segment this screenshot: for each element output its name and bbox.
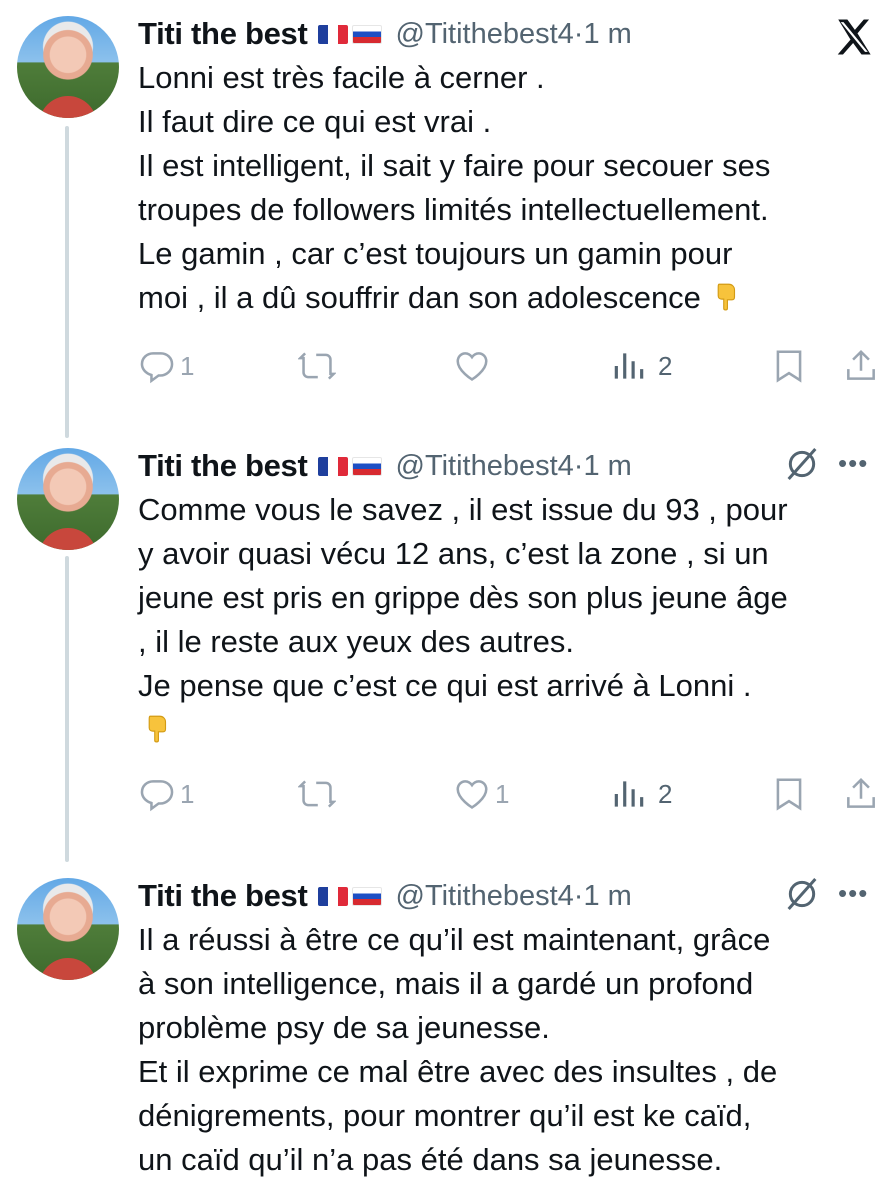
reply-button[interactable]: 1 bbox=[138, 346, 194, 386]
tweet-text: Comme vous le savez , il est issue du 93… bbox=[138, 488, 878, 752]
france-flag-icon bbox=[317, 456, 348, 476]
tweet-header: Titi the best @Titithebest4·1 m bbox=[138, 14, 632, 54]
repost-button[interactable] bbox=[298, 346, 336, 386]
separator: · bbox=[573, 449, 584, 482]
france-flag-icon bbox=[317, 24, 348, 44]
bookmark-icon bbox=[776, 350, 802, 383]
france-flag-icon bbox=[317, 886, 348, 906]
like-icon bbox=[456, 352, 488, 381]
share-button[interactable] bbox=[842, 774, 880, 814]
author-name[interactable]: Titi the best bbox=[138, 16, 308, 52]
views-icon bbox=[614, 353, 644, 379]
russia-flag-icon bbox=[351, 24, 382, 44]
grok-icon[interactable] bbox=[782, 444, 822, 484]
tweet-header: Titi the best @Titithebest4·1 m bbox=[138, 876, 632, 916]
timestamp[interactable]: 1 m bbox=[583, 880, 631, 912]
avatar[interactable] bbox=[17, 878, 119, 980]
views-count: 2 bbox=[658, 350, 673, 381]
like-button[interactable]: 1 bbox=[453, 774, 509, 814]
reply-count: 1 bbox=[180, 778, 195, 809]
author-handle[interactable]: @Titithebest4 bbox=[396, 18, 574, 50]
timestamp[interactable]: 1 m bbox=[583, 18, 631, 50]
russia-flag-icon bbox=[351, 886, 382, 906]
share-icon bbox=[847, 349, 875, 380]
tweet-header: Titi the best @Titithebest4·1 m bbox=[138, 446, 632, 486]
x-logo-icon bbox=[837, 19, 871, 55]
bookmark-button[interactable] bbox=[770, 774, 808, 814]
views-icon bbox=[614, 781, 644, 807]
share-button[interactable] bbox=[842, 346, 880, 386]
repost-icon bbox=[298, 352, 336, 380]
bookmark-button[interactable] bbox=[770, 346, 808, 386]
timestamp[interactable]: 1 m bbox=[583, 450, 631, 482]
more-icon[interactable]: ••• bbox=[838, 878, 878, 908]
tweet[interactable]: Titi the best @Titithebest4·1 m ••• Comm… bbox=[0, 432, 895, 862]
pointing-down-emoji-icon bbox=[148, 715, 167, 743]
russia-flag-icon bbox=[351, 456, 382, 476]
tweet[interactable]: Titi the best @Titithebest4·1 m ••• Il a… bbox=[0, 862, 895, 1200]
bookmark-icon bbox=[776, 778, 802, 811]
views-button[interactable]: 2 bbox=[610, 774, 672, 814]
avatar[interactable] bbox=[17, 16, 119, 118]
grok-icon[interactable] bbox=[782, 874, 822, 914]
like-count: 1 bbox=[495, 778, 510, 809]
avatar[interactable] bbox=[17, 448, 119, 550]
repost-button[interactable] bbox=[298, 774, 336, 814]
repost-icon bbox=[298, 780, 336, 808]
tweet-actions: 1 2 bbox=[138, 346, 883, 386]
author-handle[interactable]: @Titithebest4 bbox=[396, 880, 574, 912]
like-icon bbox=[456, 780, 488, 809]
reply-icon bbox=[140, 352, 174, 384]
share-icon bbox=[847, 777, 875, 808]
more-icon[interactable]: ••• bbox=[838, 448, 878, 478]
separator: · bbox=[573, 17, 584, 50]
tweet-text: Il a réussi à être ce qu’il est maintena… bbox=[138, 922, 778, 1177]
reply-icon bbox=[140, 780, 174, 812]
separator: · bbox=[573, 879, 584, 912]
author-handle[interactable]: @Titithebest4 bbox=[396, 450, 574, 482]
views-button[interactable]: 2 bbox=[610, 346, 672, 386]
views-count: 2 bbox=[658, 778, 673, 809]
like-button[interactable] bbox=[453, 346, 491, 386]
reply-button[interactable]: 1 bbox=[138, 774, 194, 814]
author-name[interactable]: Titi the best bbox=[138, 878, 308, 914]
pointing-down-emoji-icon bbox=[717, 283, 735, 311]
reply-count: 1 bbox=[180, 350, 195, 381]
tweet[interactable]: Titi the best @Titithebest4·1 m Lonni es… bbox=[0, 0, 895, 430]
author-name[interactable]: Titi the best bbox=[138, 448, 308, 484]
tweet-actions: 1 1 2 bbox=[138, 774, 883, 814]
tweet-text: Lonni est très facile à cerner . Il faut… bbox=[138, 60, 771, 315]
